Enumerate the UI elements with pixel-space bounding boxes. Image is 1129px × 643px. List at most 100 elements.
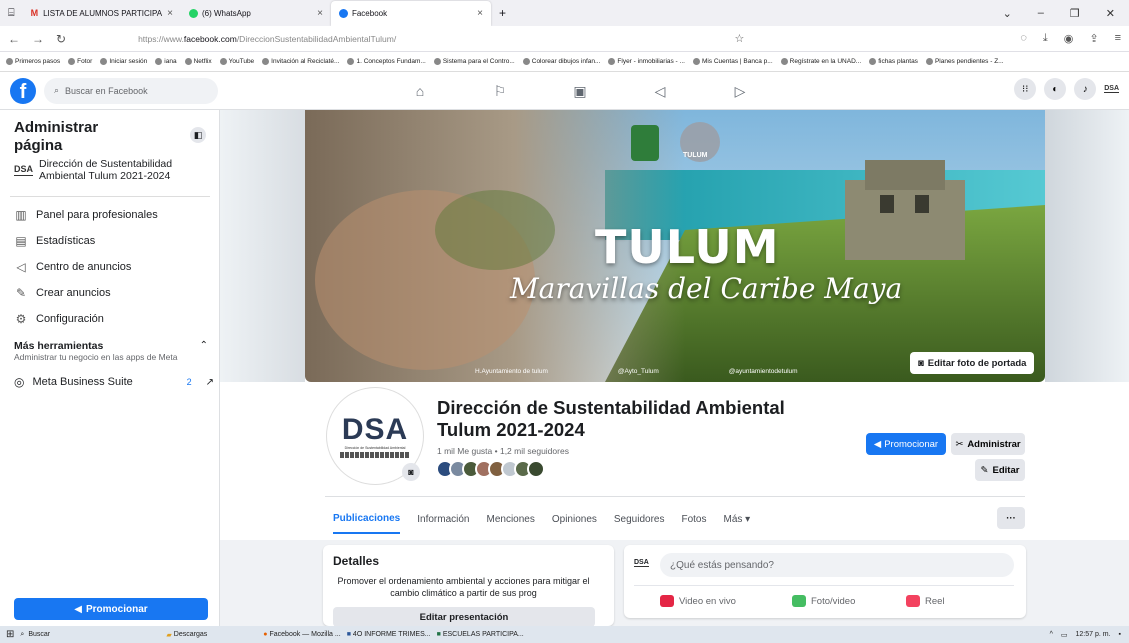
download-icon[interactable]: ⤓ (1043, 32, 1048, 45)
notifications-bell-icon[interactable]: ♪ (1074, 78, 1097, 100)
tab-followers[interactable]: Seguidores (614, 504, 665, 534)
facebook-logo[interactable]: f (10, 77, 36, 104)
watch-icon[interactable]: ▷ (700, 72, 780, 110)
forward-icon[interactable]: → (32, 32, 44, 46)
bookmark-item[interactable]: Planes pendientes - Z... (925, 58, 1004, 65)
browser-tab-gmail[interactable]: M LISTA DE ALUMNOS PARTICIPA × (23, 1, 181, 25)
tab-mentions[interactable]: Menciones (487, 504, 535, 534)
camera-icon[interactable]: ◙ (402, 463, 420, 481)
gear-icon: ⚙ (15, 312, 27, 326)
page-stats[interactable]: 1 mil Me gusta • 1,2 mil seguidores (437, 446, 569, 456)
tab-reviews[interactable]: Opiniones (552, 504, 597, 534)
bookmark-item[interactable]: Invitación al Reciclaté... (262, 58, 339, 65)
bookmark-item[interactable]: Colorear dibujos infan... (522, 58, 600, 65)
close-icon[interactable]: × (317, 8, 323, 19)
clock[interactable]: 12:57 p. m. (1075, 631, 1110, 638)
sidebar-item-create-ads[interactable]: ✎ Crear anuncios (14, 286, 111, 300)
avatar-decoration (340, 451, 410, 458)
close-icon[interactable]: × (167, 8, 173, 19)
tab-posts[interactable]: Publicaciones (333, 504, 401, 534)
main-nav: ⌂ ⚐ ▣ ◁ ▷ (380, 72, 780, 110)
close-icon[interactable]: × (477, 8, 483, 19)
close-window-icon[interactable]: ✕ (1106, 7, 1115, 20)
meta-business-suite-link[interactable]: ◎ Meta Business Suite 2 ↗ (14, 375, 214, 389)
bookmark-item[interactable]: Mis Cuentas | Banca p... (692, 58, 773, 65)
windows-start-icon[interactable]: ⊞ (6, 629, 14, 640)
tab-about[interactable]: Información (417, 504, 469, 534)
collapse-sidebar-icon[interactable]: ◧ (190, 127, 206, 143)
manage-page-sidebar: Administrar página ◧ DSA Dirección de Su… (0, 110, 220, 626)
account-avatar[interactable]: DSA (1104, 85, 1119, 93)
sidebar-item-label: Estadísticas (36, 235, 96, 247)
bookmark-item[interactable]: Fotor (68, 58, 92, 65)
tab-more[interactable]: Más ▾ (724, 504, 751, 534)
keyboard-icon[interactable]: ▭ (1061, 631, 1068, 639)
bookmark-item[interactable]: Netflix (184, 58, 212, 65)
chevron-up-icon[interactable]: ^ (1050, 631, 1053, 638)
reel-button[interactable]: Reel (906, 595, 945, 607)
reload-icon[interactable]: ↻ (56, 32, 66, 46)
url-field[interactable]: https://www.facebook.com/DireccionSusten… (138, 34, 396, 44)
extensions-icon[interactable]: ⇪ (1089, 32, 1098, 45)
status-input[interactable]: ¿Qué estás pensando? (660, 553, 1014, 577)
taskbar-app-word[interactable]: ■ 4O INFORME TRIMES... (347, 631, 431, 638)
bookmark-item[interactable]: YouTube (219, 58, 254, 65)
edit-cover-photo-button[interactable]: ◙ Editar foto de portada (910, 352, 1035, 374)
taskbar-app-excel[interactable]: ■ ESCUELAS PARTICIPA... (437, 631, 524, 638)
page-switcher[interactable]: DSA Dirección de Sustentabilidad Ambient… (14, 158, 214, 182)
back-icon[interactable]: ← (8, 32, 20, 46)
page-avatar: DSA (14, 164, 34, 176)
follower-avatars[interactable] (436, 460, 545, 478)
new-tab-button[interactable]: + (491, 1, 514, 25)
tab-list-icon[interactable]: ⌸ (0, 1, 23, 25)
avatar: DSA (634, 559, 649, 567)
tab-photos[interactable]: Fotos (681, 504, 706, 534)
pocket-icon[interactable]: ◌ (1020, 32, 1027, 45)
browser-tab-whatsapp[interactable]: (6) WhatsApp × (181, 1, 331, 25)
search-input[interactable]: ⌕ Buscar en Facebook (44, 77, 218, 104)
pages-flag-icon[interactable]: ⚐ (460, 72, 540, 110)
marketplace-icon[interactable]: ▣ (540, 72, 620, 110)
photo-video-button[interactable]: Foto/video (792, 595, 855, 607)
bookmark-item[interactable]: Sistema para el Contro... (433, 58, 515, 65)
bookmark-item[interactable]: 1. Conceptos Fundam... (347, 58, 426, 65)
home-icon[interactable]: ⌂ (380, 72, 460, 110)
more-options-button[interactable]: ··· (997, 507, 1025, 529)
chevron-down-icon[interactable]: ⌄ (1003, 7, 1012, 20)
more-tools-title: Más herramientas (14, 340, 104, 352)
megaphone-icon: ◀ (873, 438, 882, 450)
bookmark-item[interactable]: Regístrate en la UNAD... (780, 58, 861, 65)
menu-grid-icon[interactable]: ⁝⁝ (1014, 78, 1037, 100)
sidebar-item-settings[interactable]: ⚙ Configuración (14, 312, 104, 326)
sidebar-item-dashboard[interactable]: ▥ Panel para profesionales (14, 208, 157, 222)
edit-intro-button[interactable]: Editar presentación (333, 607, 595, 626)
live-video-button[interactable]: Video en vivo (660, 595, 736, 607)
taskbar-search[interactable]: ⌕ Buscar (20, 631, 120, 639)
sidebar-item-ads-center[interactable]: ◁ Centro de anuncios (14, 260, 131, 274)
more-tools-section[interactable]: Más herramientas Administrar tu negocio … (14, 340, 214, 362)
sidebar-item-stats[interactable]: ▤ Estadísticas (14, 234, 95, 248)
bookmark-item[interactable]: Primeros pasos (6, 58, 60, 65)
edit-button[interactable]: ✎ Editar (975, 459, 1025, 481)
promote-button[interactable]: ◀ Promocionar (866, 433, 946, 455)
manage-button[interactable]: ✂ Administrar (951, 433, 1025, 455)
bookmark-star-icon[interactable]: ☆ (734, 32, 744, 45)
bookmark-item[interactable]: fichas plantas (869, 58, 918, 65)
chevron-up-icon[interactable]: ⌃ (200, 340, 208, 351)
bookmark-item[interactable]: Iniciar sesión (100, 58, 147, 65)
bookmark-item[interactable]: iana (155, 58, 177, 65)
taskbar-app-downloads[interactable]: ▰ Descargas (166, 631, 207, 639)
maximize-icon[interactable]: ❐ (1070, 7, 1080, 20)
sidebar-promote-button[interactable]: ◀ Promocionar (14, 598, 208, 620)
account-icon[interactable]: ◉ (1064, 32, 1074, 45)
ads-megaphone-icon[interactable]: ◁ (620, 72, 700, 110)
bookmark-item[interactable]: Flyer - inmobiliarias - ... (608, 58, 685, 65)
notifications-icon[interactable]: ▪ (1119, 631, 1121, 638)
menu-icon[interactable]: ≡ (1115, 32, 1121, 45)
taskbar-app-firefox[interactable]: ● Facebook — Mozilla ... (263, 631, 340, 638)
browser-tab-facebook[interactable]: Facebook × (330, 1, 491, 26)
cover-photo[interactable]: TULUM TULUM Maravillas del Caribe Maya H… (305, 110, 1045, 382)
minimize-icon[interactable]: – (1038, 7, 1044, 20)
bookmark-label: Netflix (193, 58, 212, 65)
messenger-icon[interactable]: ◐ (1044, 78, 1067, 100)
